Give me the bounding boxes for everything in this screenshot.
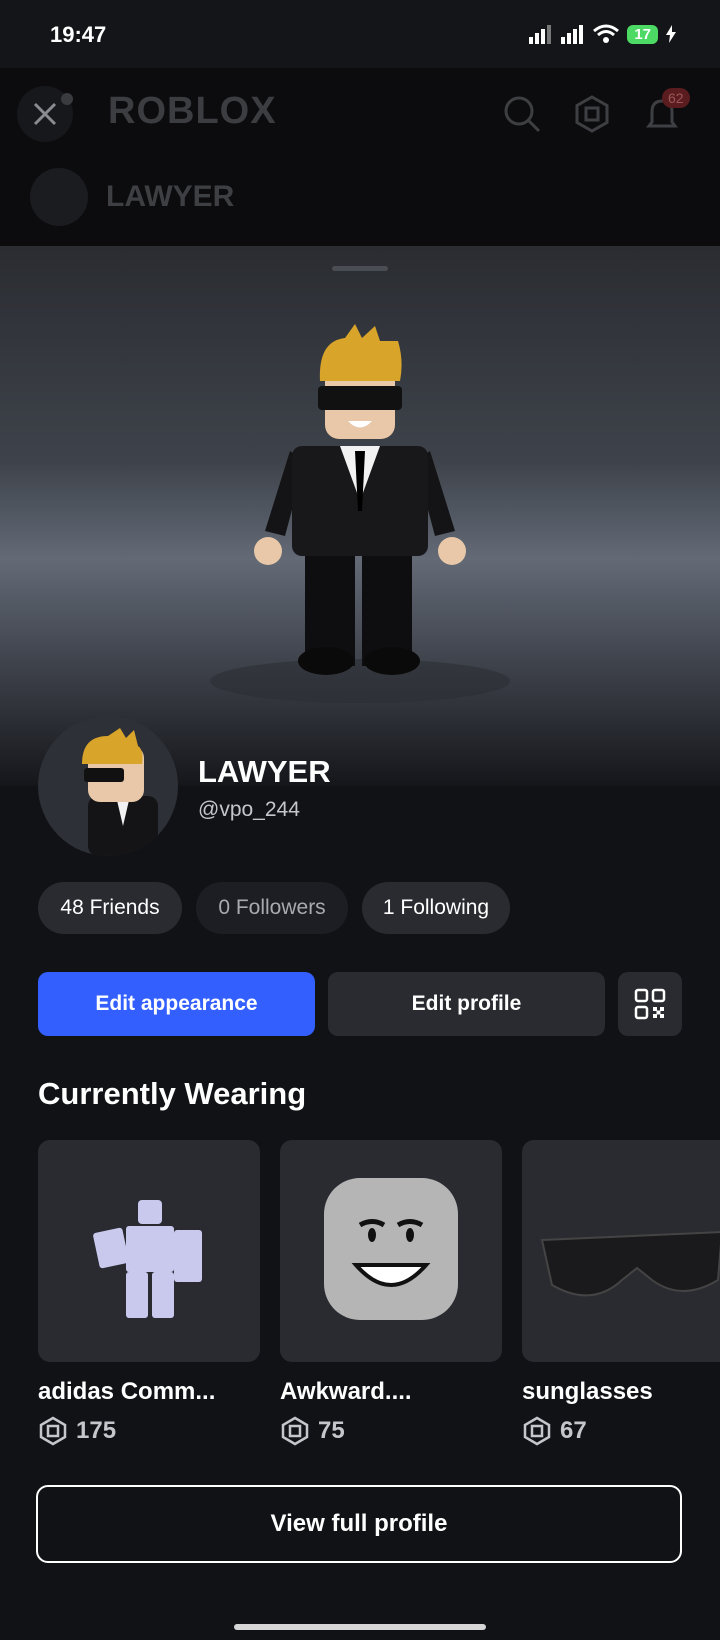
item-price: 75 bbox=[280, 1416, 345, 1446]
followers-chip[interactable]: 0 Followers bbox=[196, 882, 348, 934]
home-indicator[interactable] bbox=[234, 1624, 486, 1630]
item-price-value: 175 bbox=[76, 1417, 117, 1444]
qr-code-button[interactable] bbox=[618, 972, 682, 1036]
header-profile-row: LAWYER bbox=[30, 168, 234, 226]
app-header: ROBLOX 62 LAWYER bbox=[0, 68, 720, 246]
item-name: Awkward.... bbox=[280, 1378, 412, 1405]
search-icon[interactable] bbox=[502, 94, 542, 134]
wearing-item-card[interactable] bbox=[38, 1140, 260, 1362]
cellular-signal-2-icon bbox=[561, 25, 584, 44]
avatar-preview bbox=[0, 246, 720, 786]
view-full-profile-button[interactable]: View full profile bbox=[36, 1485, 682, 1563]
avatar-character bbox=[210, 324, 510, 703]
wifi-icon bbox=[593, 24, 620, 43]
avatar-headshot bbox=[82, 728, 158, 856]
qr-code-icon bbox=[634, 988, 666, 1020]
status-time: 19:47 bbox=[50, 22, 107, 47]
wearing-item-card[interactable] bbox=[280, 1140, 502, 1362]
friends-chip[interactable]: 48 Friends bbox=[38, 882, 182, 934]
robux-icon bbox=[523, 1416, 551, 1446]
display-name: LAWYER bbox=[198, 754, 331, 789]
header-avatar bbox=[30, 168, 88, 226]
robux-icon bbox=[39, 1416, 67, 1446]
header-profile-name: LAWYER bbox=[106, 180, 235, 213]
robux-icon bbox=[281, 1416, 309, 1446]
following-chip[interactable]: 1 Following bbox=[362, 882, 510, 934]
item-name: sunglasses bbox=[522, 1378, 653, 1405]
item-name: adidas Comm... bbox=[38, 1378, 216, 1405]
item-thumbnail-body bbox=[93, 1200, 202, 1318]
status-icons: 17 bbox=[529, 24, 676, 44]
edit-appearance-button[interactable]: Edit appearance bbox=[38, 972, 315, 1036]
close-icon bbox=[33, 102, 57, 126]
item-price: 175 bbox=[38, 1416, 116, 1446]
item-thumbnail-face bbox=[324, 1178, 458, 1320]
profile-avatar[interactable] bbox=[38, 716, 178, 856]
status-bar: 19:47 17 bbox=[0, 0, 720, 68]
roblox-logo: ROBLOX bbox=[108, 90, 277, 132]
item-thumbnail-sunglasses bbox=[540, 1231, 720, 1297]
currently-wearing-title: Currently Wearing bbox=[38, 1076, 307, 1111]
charging-bolt-icon bbox=[666, 25, 676, 43]
robux-icon[interactable] bbox=[572, 94, 612, 134]
item-price-value: 67 bbox=[560, 1417, 587, 1444]
notification-badge: 62 bbox=[662, 88, 690, 108]
item-price: 67 bbox=[522, 1416, 587, 1446]
edit-profile-button[interactable]: Edit profile bbox=[328, 972, 605, 1036]
item-price-value: 75 bbox=[318, 1417, 345, 1444]
cellular-signal-icon bbox=[529, 25, 552, 44]
battery-level: 17 bbox=[627, 24, 658, 44]
wearing-item-card[interactable] bbox=[522, 1140, 720, 1362]
online-indicator bbox=[61, 93, 73, 105]
username: @vpo_244 bbox=[198, 798, 300, 821]
